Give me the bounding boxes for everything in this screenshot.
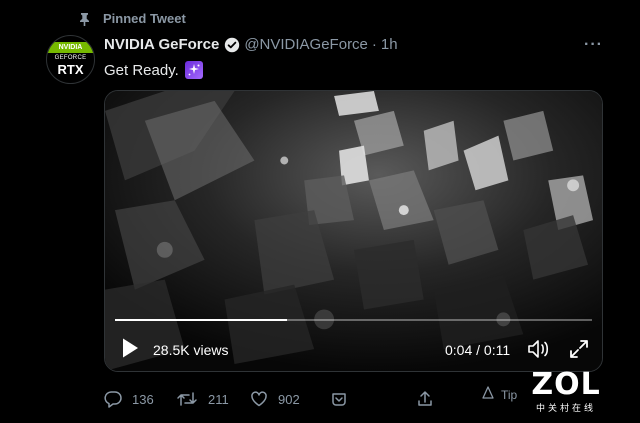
- fullscreen-icon[interactable]: [569, 339, 589, 364]
- video-frame: [105, 91, 602, 371]
- avatar-line2: RTX: [57, 62, 84, 77]
- retweet-button[interactable]: 211: [176, 390, 229, 408]
- tip-button[interactable]: Tip: [481, 386, 517, 403]
- share-icon: [416, 390, 434, 408]
- avatar-brand: NVIDIA: [47, 42, 94, 53]
- header-separator: ·: [371, 36, 377, 53]
- reply-icon: [104, 390, 122, 408]
- play-icon[interactable]: [121, 337, 139, 364]
- zol-watermark: ZOL 中关村在线: [526, 370, 606, 414]
- watermark-subtitle: 中关村在线: [535, 403, 596, 413]
- video-time: 0:04 / 0:11: [445, 342, 511, 358]
- video-progress-fill: [115, 319, 287, 321]
- reply-count: 136: [132, 391, 154, 407]
- volume-icon[interactable]: [527, 338, 551, 365]
- tweet-timestamp[interactable]: 1h: [381, 36, 398, 53]
- sparkles-icon: [184, 61, 203, 79]
- video-player[interactable]: 28.5K views 0:04 / 0:11: [104, 90, 603, 372]
- tip-icon: [481, 386, 495, 403]
- heart-icon: [250, 390, 268, 408]
- like-count: 902: [278, 391, 300, 407]
- pin-icon: [78, 12, 91, 26]
- tweet-header: NVIDIA GeForce @NVIDIAGeForce · 1h: [104, 36, 398, 53]
- author-handle[interactable]: @NVIDIAGeForce: [244, 36, 368, 53]
- video-progress-track[interactable]: [115, 319, 592, 321]
- tweet-text: Get Ready.: [104, 61, 179, 79]
- tip-label: Tip: [501, 387, 518, 402]
- avatar[interactable]: NVIDIA GEFORCE RTX: [46, 35, 95, 84]
- avatar-line1: GEFORCE: [54, 55, 87, 61]
- more-options-icon[interactable]: ···: [584, 36, 603, 54]
- share-dm-button[interactable]: [330, 390, 348, 408]
- tweet-body: Get Ready.: [104, 61, 203, 79]
- author-name[interactable]: NVIDIA GeForce: [104, 36, 219, 53]
- pinned-label: Pinned Tweet: [103, 11, 186, 26]
- retweet-count: 211: [208, 391, 229, 407]
- watermark-logo: ZOL: [531, 367, 601, 402]
- pinned-tweet-banner: Pinned Tweet: [78, 11, 186, 26]
- reply-button[interactable]: 136: [104, 390, 154, 408]
- like-button[interactable]: 902: [250, 390, 300, 408]
- bookmark-icon: [330, 390, 348, 408]
- video-view-count: 28.5K views: [153, 342, 229, 358]
- retweet-icon: [176, 390, 198, 408]
- verified-badge-icon: [224, 37, 240, 53]
- share-button[interactable]: [416, 390, 434, 408]
- tweet-page: Pinned Tweet NVIDIA GEFORCE RTX NVIDIA G…: [0, 0, 640, 423]
